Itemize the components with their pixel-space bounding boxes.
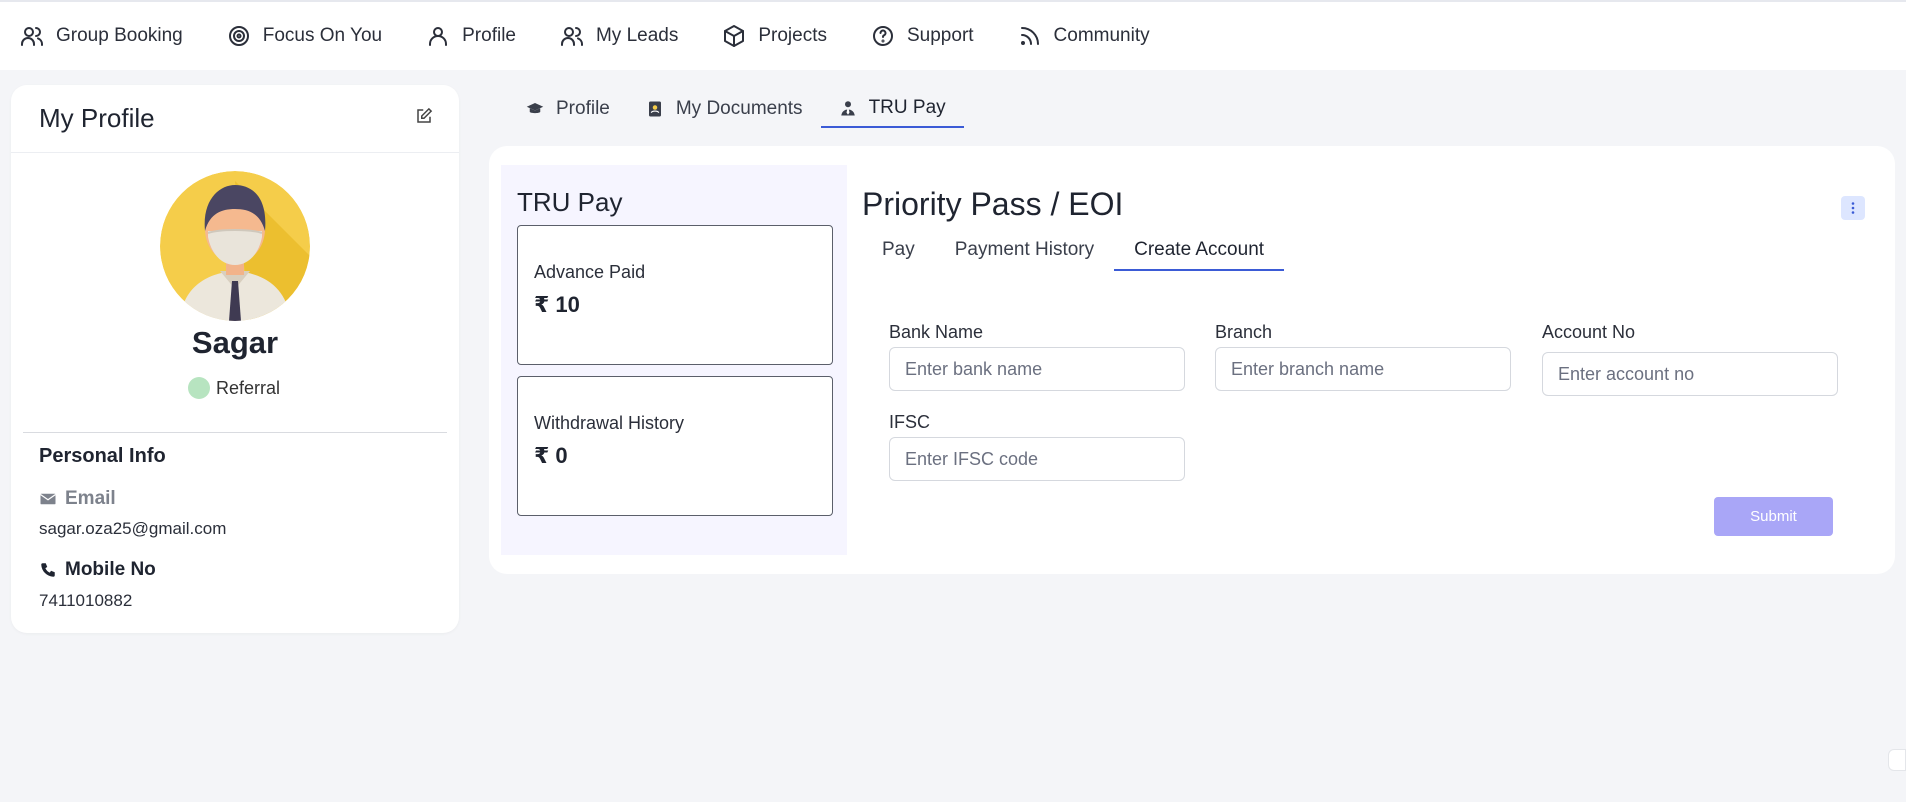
tab-tru-pay[interactable]: TRU Pay: [820, 90, 964, 128]
priority-pass-tabs: Pay Payment History Create Account: [862, 229, 1285, 271]
nav-item-label: Group Booking: [56, 25, 183, 46]
tab-payment-history[interactable]: Payment History: [935, 229, 1114, 271]
tab-profile[interactable]: Profile: [508, 90, 628, 128]
more-options-button[interactable]: [1841, 196, 1865, 220]
avatar: [160, 171, 310, 321]
tru-pay-title: TRU Pay: [517, 187, 623, 217]
ifsc-label: IFSC: [889, 412, 931, 432]
bank-name-label: Bank Name: [889, 322, 984, 342]
nav-item-projects[interactable]: Projects: [722, 24, 827, 48]
branch-label: Branch: [1215, 322, 1273, 342]
nav-item-focus-on-you[interactable]: Focus On You: [227, 24, 382, 48]
nav-item-label: Projects: [758, 25, 827, 46]
profile-card-header: My Profile: [11, 85, 459, 153]
users-icon: [21, 27, 43, 46]
personal-info-title: Personal Info: [39, 445, 166, 467]
help-circle-icon: [873, 26, 893, 46]
envelope-icon: [40, 493, 56, 505]
withdrawal-history-card[interactable]: Withdrawal History ₹ 0: [517, 376, 833, 516]
role-badge: Referral: [188, 377, 280, 399]
user-tie-icon: [840, 101, 855, 116]
tab-label: Profile: [556, 98, 610, 119]
profile-card-title: My Profile: [39, 103, 155, 133]
advance-paid-label: Advance Paid: [534, 262, 646, 282]
tru-pay-summary-panel: TRU Pay Advance Paid ₹ 10 Withdrawal His…: [501, 165, 847, 555]
nav-item-label: Community: [1053, 25, 1150, 46]
mobile-label-text: Mobile No: [65, 559, 156, 580]
box-icon: [724, 25, 745, 47]
priority-pass-title: Priority Pass / EOI: [862, 186, 1124, 222]
ifsc-input[interactable]: [889, 437, 1185, 481]
nav-item-community[interactable]: Community: [1018, 24, 1150, 48]
edit-icon[interactable]: [415, 107, 433, 130]
chat-widget-handle[interactable]: [1888, 749, 1906, 771]
account-no-label: Account No: [1542, 322, 1636, 342]
status-dot-icon: [188, 377, 210, 399]
nav-item-label: Profile: [462, 25, 516, 46]
nav-item-support[interactable]: Support: [871, 24, 974, 48]
nav-item-label: My Leads: [595, 25, 679, 46]
target-icon: [228, 26, 249, 46]
profile-card: My Profile Sagar Referral Personal Info …: [11, 85, 459, 633]
bank-name-input[interactable]: [889, 347, 1185, 391]
tab-label: My Documents: [675, 98, 803, 119]
tab-label: TRU Pay: [868, 97, 946, 118]
phone-icon: [41, 563, 55, 577]
mobile-label: Mobile No: [39, 559, 156, 581]
profile-name: Sagar: [191, 325, 279, 360]
vertical-dots-icon: [1851, 202, 1855, 214]
address-book-icon: [648, 101, 661, 117]
email-value: sagar.oza25@gmail.com: [39, 519, 227, 538]
branch-input[interactable]: [1215, 347, 1511, 391]
top-navigation: Group Booking Focus On You Profile My Le…: [0, 0, 1906, 70]
nav-item-my-leads[interactable]: My Leads: [560, 24, 678, 48]
tru-pay-card: TRU Pay Advance Paid ₹ 10 Withdrawal His…: [489, 146, 1895, 574]
email-label-text: Email: [65, 488, 116, 509]
advance-paid-card: Advance Paid ₹ 10: [517, 225, 833, 365]
tab-create-account[interactable]: Create Account: [1114, 229, 1285, 271]
graduation-cap-icon: [526, 103, 544, 114]
nav-item-group-booking[interactable]: Group Booking: [20, 24, 183, 48]
email-label: Email: [39, 488, 116, 510]
user-icon: [429, 27, 448, 46]
withdrawal-history-value: ₹ 0: [534, 443, 568, 468]
advance-paid-value: ₹ 10: [534, 292, 580, 317]
users-icon: [560, 27, 583, 46]
role-label: Referral: [216, 377, 281, 398]
nav-item-label: Focus On You: [262, 25, 383, 46]
nav-item-profile[interactable]: Profile: [426, 24, 516, 48]
account-no-input[interactable]: [1542, 352, 1838, 396]
divider: [23, 432, 447, 433]
page-tabs: Profile My Documents TRU Pay: [508, 90, 964, 128]
nav-item-label: Support: [907, 25, 974, 46]
mobile-value: 7411010882: [39, 591, 133, 610]
tab-pay[interactable]: Pay: [862, 229, 935, 271]
tab-my-documents[interactable]: My Documents: [628, 90, 821, 128]
submit-button[interactable]: Submit: [1714, 497, 1833, 536]
rss-icon: [1020, 27, 1039, 45]
withdrawal-history-label: Withdrawal History: [534, 413, 685, 433]
